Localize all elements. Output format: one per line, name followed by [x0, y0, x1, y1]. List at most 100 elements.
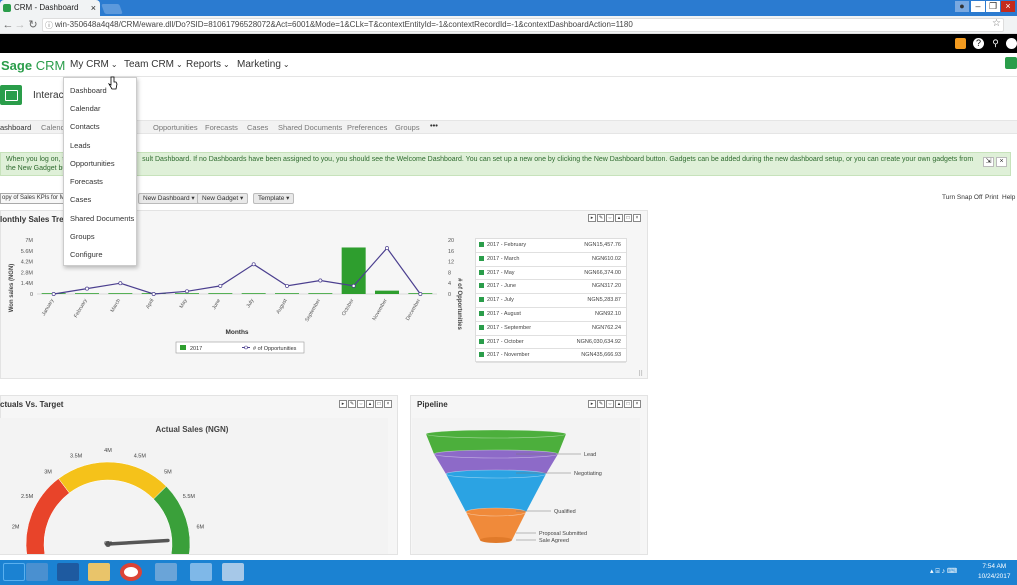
bar-may — [175, 293, 199, 294]
gadget-run-icon[interactable]: ▸ — [339, 400, 347, 408]
gadget-edit-icon[interactable]: ✎ — [348, 400, 356, 408]
gadget-collapse-icon[interactable]: ▴ — [615, 214, 623, 222]
gadget-edit-icon[interactable]: ✎ — [597, 400, 605, 408]
gadget-close-icon[interactable]: × — [633, 214, 641, 222]
tab-groups[interactable]: Groups — [395, 123, 420, 132]
chevron-down-icon: ⌄ — [176, 60, 183, 69]
gadget-controls: ▸ ✎ ⇔ ▴ □ × — [338, 400, 392, 408]
menu-item-opportunities[interactable]: Opportunities — [70, 159, 115, 168]
nav-marketing[interactable]: Marketing ⌄ — [237, 59, 290, 70]
opportunities-point — [351, 283, 356, 288]
tab-calendar[interactable]: Calend — [41, 123, 65, 132]
bookmark-star-icon[interactable]: ☆ — [992, 18, 1001, 29]
gadget-close-icon[interactable]: × — [633, 400, 641, 408]
bar-february — [75, 293, 99, 294]
gadget-collapse-icon[interactable]: ▴ — [615, 400, 623, 408]
row-swatch — [479, 283, 484, 289]
tab-preferences[interactable]: Preferences — [347, 123, 387, 132]
nav-team-crm[interactable]: Team CRM ⌄ — [124, 59, 183, 70]
user-icon[interactable] — [1006, 38, 1017, 49]
close-window-icon[interactable]: × — [1001, 1, 1015, 12]
spreadsheet-icon[interactable] — [1005, 57, 1017, 69]
x-tick-label: March — [110, 298, 122, 314]
menu-item-groups[interactable]: Groups — [70, 232, 95, 241]
menu-item-calendar[interactable]: Calendar — [70, 104, 100, 113]
y-tick-label: 0 — [30, 292, 33, 298]
menu-item-forecasts[interactable]: Forecasts — [70, 177, 103, 186]
tab-close-icon[interactable]: × — [91, 0, 96, 16]
new-dashboard-button[interactable]: New Dashboard ▾ — [138, 193, 200, 204]
tab-opportunities[interactable]: Opportunities — [153, 123, 198, 132]
gadget-resize-icon[interactable]: ⇔ — [357, 400, 365, 408]
template-button[interactable]: Template ▾ — [253, 193, 295, 204]
forward-icon[interactable]: → — [13, 18, 27, 32]
app-icon[interactable] — [222, 563, 244, 581]
pipeline-funnel: Lead Negotiating Qualified Proposal Submitt… — [412, 418, 640, 554]
gadget-maximize-icon[interactable]: □ — [624, 400, 632, 408]
menu-item-configure[interactable]: Configure — [70, 250, 103, 259]
help-icon[interactable]: ? — [973, 38, 984, 49]
help-link[interactable]: Help — [1002, 194, 1015, 201]
info-minimize-icon[interactable]: ⇲ — [983, 157, 994, 167]
page-info-icon: ⓘ — [45, 21, 53, 30]
opportunities-point — [185, 289, 189, 294]
taskbar-clock[interactable]: 7:54 AM 10/24/2017 — [978, 562, 1011, 582]
tab-dashboard[interactable]: ashboard — [0, 123, 31, 132]
menu-item-contacts[interactable]: Contacts — [70, 122, 100, 131]
menu-item-cases[interactable]: Cases — [70, 195, 91, 204]
sales-table-row: 2017 - August NGN92.10 — [476, 308, 626, 322]
menu-item-dashboard[interactable]: Dashboard — [70, 86, 107, 95]
gadget-resize-icon[interactable]: ⇔ — [606, 214, 614, 222]
tab-more[interactable]: ••• — [430, 121, 438, 130]
browser-tab[interactable]: CRM - Dashboard × — [0, 0, 100, 16]
tab-cases[interactable]: Cases — [247, 123, 268, 132]
x-axis-label: Months — [225, 329, 248, 336]
gadget-close-icon[interactable]: × — [384, 400, 392, 408]
powershell-icon[interactable] — [57, 563, 79, 581]
row-swatch — [479, 338, 484, 344]
bar-november — [375, 290, 399, 294]
menu-item-leads[interactable]: Leads — [70, 141, 90, 150]
resize-handle-icon[interactable]: ⠿ — [638, 370, 643, 378]
tab-title: CRM - Dashboard — [14, 3, 79, 12]
gadget-collapse-icon[interactable]: ▴ — [366, 400, 374, 408]
y-tick-label: 5.6M — [21, 249, 34, 255]
gadget-maximize-icon[interactable]: □ — [375, 400, 383, 408]
nav-reports[interactable]: Reports ⌄ — [186, 59, 230, 70]
tab-shared-documents[interactable]: Shared Documents — [278, 123, 342, 132]
url-input[interactable]: ⓘ win-350648a4q48/CRM/eware.dll/Do?SID=8… — [42, 18, 1004, 32]
restore-icon[interactable]: ❐ — [986, 1, 1000, 12]
tools-icon[interactable] — [155, 563, 177, 581]
profile-icon[interactable]: ● — [955, 1, 969, 12]
notification-icon[interactable] — [955, 38, 966, 49]
dashboard-select[interactable]: opy of Sales KPIs for M — [0, 193, 68, 204]
info-close-icon[interactable]: × — [996, 157, 1007, 167]
chevron-down-icon: ⌄ — [223, 60, 230, 69]
turn-snap-off-link[interactable]: Turn Snap Off — [942, 194, 982, 201]
opportunities-point — [118, 281, 123, 286]
reload-icon[interactable]: ↻ — [26, 18, 40, 32]
gadget-run-icon[interactable]: ▸ — [588, 214, 596, 222]
chrome-icon[interactable] — [120, 563, 142, 581]
new-gadget-button[interactable]: New Gadget ▾ — [197, 193, 249, 204]
new-tab-button[interactable] — [101, 4, 123, 14]
menu-item-shared-documents[interactable]: Shared Documents — [70, 214, 134, 223]
gadget-maximize-icon[interactable]: □ — [624, 214, 632, 222]
print-link[interactable]: Print — [985, 194, 998, 201]
start-icon[interactable] — [3, 563, 25, 581]
info-line-1: When you log on, th sult Dashboard. If n… — [6, 156, 974, 163]
sage-crm-logo[interactable]: Sage CRM — [1, 58, 65, 73]
search-icon[interactable]: ⚲ — [990, 38, 1001, 49]
system-tray-icons[interactable]: ▴ ⌸ ♪ ⌨ — [930, 567, 957, 576]
nav-my-crm[interactable]: My CRM ⌄ — [70, 59, 118, 70]
server-manager-icon[interactable] — [26, 563, 48, 581]
gadget-run-icon[interactable]: ▸ — [588, 400, 596, 408]
gadget-edit-icon[interactable]: ✎ — [597, 214, 605, 222]
network-icon[interactable] — [190, 563, 212, 581]
gauge-tick-label: 3M — [44, 470, 52, 476]
file-explorer-icon[interactable] — [88, 563, 110, 581]
gadget-resize-icon[interactable]: ⇔ — [606, 400, 614, 408]
minimize-icon[interactable]: – — [971, 1, 985, 12]
y-tick-label: 2.8M — [21, 270, 34, 276]
tab-forecasts[interactable]: Forecasts — [205, 123, 238, 132]
